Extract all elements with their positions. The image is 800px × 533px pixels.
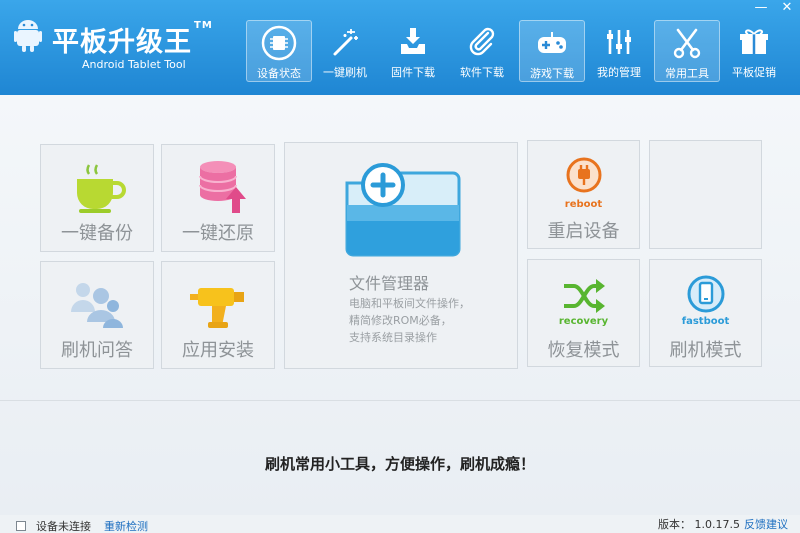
nav-label: 平板促销 bbox=[732, 66, 776, 79]
tile-fastboot-mode[interactable]: fastboot 刷机模式 bbox=[649, 259, 762, 367]
nav-common-tools[interactable]: 常用工具 bbox=[654, 20, 720, 82]
app-subtitle: Android Tablet Tool bbox=[82, 58, 186, 71]
slogan-text: 刷机常用小工具，方便操作，刷机成瘾！ bbox=[264, 455, 535, 473]
tile-app-install[interactable]: 应用安装 bbox=[161, 261, 275, 369]
coffee-cup-icon bbox=[77, 164, 126, 213]
gamepad-icon bbox=[538, 32, 566, 53]
scissors-icon bbox=[673, 28, 701, 59]
divider bbox=[0, 400, 800, 401]
tile-file-manager[interactable]: 文件管理器 电脑和平板间文件操作， 精简修改ROM必备， 支持系统目录操作 bbox=[284, 142, 518, 369]
tile-label: 一键还原 bbox=[182, 223, 254, 244]
tile-recovery-mode[interactable]: recovery 恢复模式 bbox=[527, 259, 640, 367]
connection-status: 设备未连接 bbox=[36, 520, 91, 533]
tile-title: 文件管理器 bbox=[349, 274, 430, 293]
nav-label: 我的管理 bbox=[597, 66, 641, 79]
folder-add-icon bbox=[345, 163, 461, 257]
sliders-icon bbox=[607, 30, 631, 54]
header-bar: 平板升级王TM Android Tablet Tool — ✕ 设备状态 一键刷… bbox=[0, 0, 800, 95]
feedback-link[interactable]: 反馈建议 bbox=[744, 516, 788, 532]
nav-label: 软件下载 bbox=[460, 66, 504, 79]
tile-label: 重启设备 bbox=[547, 221, 620, 242]
tile-reboot-device[interactable]: reboot 重启设备 bbox=[527, 140, 640, 249]
trademark-mark: TM bbox=[194, 20, 213, 31]
fastboot-badge: fastboot bbox=[681, 316, 730, 327]
magic-wand-icon bbox=[333, 29, 358, 56]
nav-device-status[interactable]: 设备状态 bbox=[246, 20, 312, 82]
tile-empty bbox=[649, 140, 762, 249]
database-restore-icon bbox=[199, 161, 246, 213]
tile-label: 应用安装 bbox=[182, 340, 254, 361]
minimize-button[interactable]: — bbox=[754, 0, 768, 15]
description-line: 精简修改ROM必备， bbox=[349, 314, 452, 327]
nav-label: 常用工具 bbox=[665, 67, 709, 80]
paperclip-icon bbox=[469, 27, 495, 56]
nav-my-management[interactable]: 我的管理 bbox=[586, 20, 652, 82]
tools-panel: 一键备份 一键还原 刷机问答 应用安装 文件管理器 电脑和平板间文件操作， 精简… bbox=[0, 95, 800, 515]
reboot-badge: reboot bbox=[564, 199, 603, 210]
nav-label: 固件下载 bbox=[391, 66, 435, 79]
nav-label: 一键刷机 bbox=[323, 66, 367, 79]
nav-label: 设备状态 bbox=[257, 67, 301, 80]
device-chip-icon bbox=[261, 25, 297, 61]
nav-game-download[interactable]: 游戏下载 bbox=[519, 20, 585, 82]
power-plug-icon bbox=[566, 157, 602, 193]
close-button[interactable]: ✕ bbox=[780, 0, 794, 15]
tile-label: 刷机模式 bbox=[669, 340, 742, 361]
users-group-icon bbox=[71, 283, 123, 328]
tile-flash-faq[interactable]: 刷机问答 bbox=[40, 261, 154, 369]
version-text: 版本： 1.0.17.5 bbox=[658, 516, 740, 532]
window-controls: — ✕ bbox=[754, 0, 794, 15]
nav-label: 游戏下载 bbox=[530, 67, 574, 80]
redetect-link[interactable]: 重新检测 bbox=[104, 518, 148, 533]
gift-icon bbox=[740, 29, 768, 54]
app-title: 平板升级王TM bbox=[52, 20, 213, 58]
tile-label: 一键备份 bbox=[61, 223, 133, 244]
tile-one-click-backup[interactable]: 一键备份 bbox=[40, 144, 154, 252]
nav-one-click-flash[interactable]: 一键刷机 bbox=[312, 20, 378, 82]
nav-tablet-promotion[interactable]: 平板促销 bbox=[721, 20, 787, 82]
version-number: 1.0.17.5 bbox=[694, 518, 740, 531]
download-tray-icon bbox=[401, 28, 425, 54]
android-logo-icon bbox=[14, 20, 42, 52]
drill-icon bbox=[190, 288, 244, 328]
logo bbox=[14, 18, 42, 52]
tile-description: 电脑和平板间文件操作， 精简修改ROM必备， 支持系统目录操作 bbox=[349, 295, 470, 346]
tile-label: 刷机问答 bbox=[61, 340, 133, 361]
nav-software-download[interactable]: 软件下载 bbox=[449, 20, 515, 82]
connection-checkbox[interactable] bbox=[16, 521, 26, 531]
recovery-badge: recovery bbox=[558, 316, 609, 327]
version-label: 版本： bbox=[658, 518, 691, 531]
fastboot-device-icon bbox=[687, 275, 725, 313]
description-line: 电脑和平板间文件操作， bbox=[349, 297, 470, 310]
nav-firmware-download[interactable]: 固件下载 bbox=[380, 20, 446, 82]
description-line: 支持系统目录操作 bbox=[349, 331, 437, 344]
tile-one-click-restore[interactable]: 一键还原 bbox=[161, 144, 275, 252]
shuffle-icon bbox=[564, 279, 605, 313]
tile-label: 恢复模式 bbox=[547, 340, 620, 361]
